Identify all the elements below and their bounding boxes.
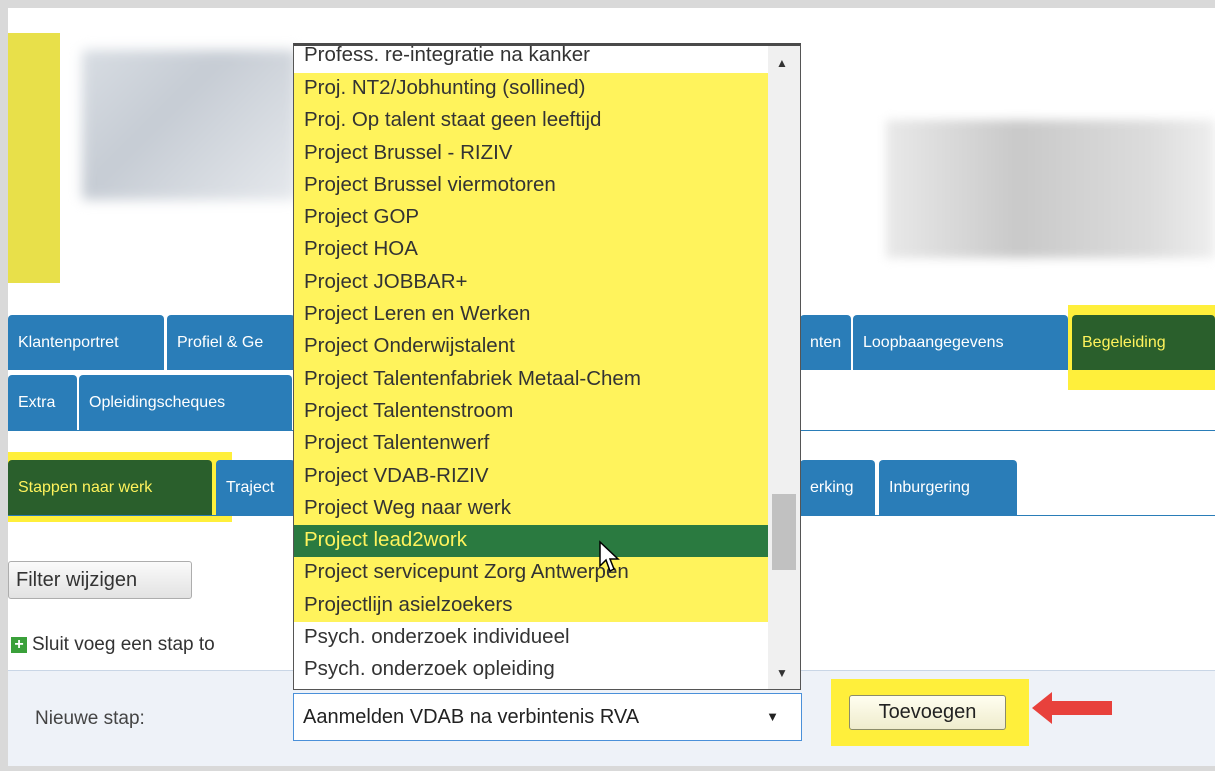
subtab-stappen-naar-werk[interactable]: Stappen naar werk bbox=[8, 460, 212, 515]
tab-label: Extra bbox=[18, 393, 56, 411]
dropdown-option[interactable]: Project HOA bbox=[294, 234, 769, 267]
tab-label: Klantenportret bbox=[18, 333, 119, 351]
new-step-label: Nieuwe stap: bbox=[35, 708, 145, 729]
scroll-up-icon[interactable]: ▲ bbox=[776, 56, 788, 70]
dropdown-option[interactable]: Project lead2work bbox=[294, 525, 769, 558]
header-accent-bar bbox=[8, 33, 60, 283]
mouse-cursor-icon bbox=[599, 540, 620, 573]
tab-begeleiding[interactable]: Begeleiding bbox=[1072, 315, 1215, 370]
dropdown-option[interactable]: Project Brussel viermotoren bbox=[294, 169, 769, 203]
dropdown-option[interactable]: Project servicepunt Zorg Antwerpen bbox=[294, 557, 769, 590]
tab-klantenportret[interactable]: Klantenportret bbox=[8, 315, 164, 370]
tab-documenten[interactable]: nten bbox=[800, 315, 851, 370]
tab-opleidingscheques[interactable]: Opleidingscheques bbox=[79, 375, 292, 430]
dropdown-option[interactable]: Project Weg naar werk bbox=[294, 492, 769, 526]
tab-label: nten bbox=[810, 333, 842, 351]
chevron-down-icon: ▼ bbox=[766, 709, 779, 724]
dropdown-option[interactable]: Project Talentenfabriek Metaal-Chem bbox=[294, 363, 769, 396]
tab-loopbaangegevens[interactable]: Loopbaangegevens bbox=[853, 315, 1068, 370]
tab-label: Loopbaangegevens bbox=[863, 333, 1004, 351]
tab-label: erking bbox=[810, 478, 854, 496]
tab-extra[interactable]: Extra bbox=[8, 375, 77, 430]
dropdown-option[interactable]: Project VDAB-RIZIV bbox=[294, 460, 769, 493]
dropdown-option[interactable]: Project Talentenstroom bbox=[294, 395, 769, 429]
new-step-select[interactable]: Aanmelden VDAB na verbintenis RVA ▼ bbox=[293, 693, 802, 741]
dropdown-option[interactable]: Psych. onderzoek opleiding bbox=[294, 654, 769, 686]
dropdown-scrollbar[interactable]: ▲ ▼ bbox=[768, 46, 800, 689]
subtab-bewerking[interactable]: erking bbox=[800, 460, 875, 515]
dropdown-option[interactable]: Project Brussel - RIZIV bbox=[294, 137, 769, 170]
blurred-photo bbox=[886, 120, 1215, 258]
dropdown-option[interactable]: Project Leren en Werken bbox=[294, 299, 769, 332]
tab-label: Begeleiding bbox=[1082, 333, 1166, 351]
subtab-inburgering[interactable]: Inburgering bbox=[879, 460, 1017, 515]
red-arrow-icon bbox=[1032, 692, 1112, 724]
tab-label: Traject bbox=[226, 478, 275, 496]
dropdown-option[interactable]: Project Onderwijstalent bbox=[294, 331, 769, 364]
add-step-link[interactable]: Sluit voeg een stap to bbox=[32, 634, 215, 656]
dropdown-option[interactable]: Proj. Op talent staat geen leeftijd bbox=[294, 105, 769, 138]
plus-icon[interactable]: + bbox=[11, 637, 27, 653]
filter-button[interactable]: Filter wijzigen bbox=[8, 561, 192, 599]
dropdown-option[interactable]: Project JOBBAR+ bbox=[294, 266, 769, 300]
dropdown-option[interactable]: Proj. NT2/Jobhunting (sollined) bbox=[294, 73, 769, 106]
dropdown-option[interactable]: Profess. re-integratie na kanker bbox=[304, 46, 590, 67]
dropdown-option[interactable]: Projectlijn asielzoekers bbox=[294, 589, 769, 623]
dropdown-option[interactable]: Psych. onderzoek individueel bbox=[294, 622, 769, 654]
dropdown-options: Proj. NT2/Jobhunting (sollined) Proj. Op … bbox=[294, 73, 769, 689]
tab-profiel[interactable]: Profiel & Ge bbox=[167, 315, 295, 370]
select-value: Aanmelden VDAB na verbintenis RVA bbox=[303, 705, 640, 728]
window-frame-left bbox=[0, 0, 8, 771]
tab-label: Opleidingscheques bbox=[89, 393, 226, 411]
tab-label: Profiel & Ge bbox=[177, 333, 264, 351]
blurred-client-info bbox=[82, 50, 297, 200]
scroll-down-icon[interactable]: ▼ bbox=[776, 666, 788, 680]
tab-label: Stappen naar werk bbox=[18, 478, 153, 496]
tab-label: Inburgering bbox=[889, 478, 970, 496]
window-frame-top bbox=[0, 0, 1215, 8]
subtab-traject[interactable]: Traject bbox=[216, 460, 295, 515]
dropdown-option[interactable]: Project GOP bbox=[294, 202, 769, 235]
add-button[interactable]: Toevoegen bbox=[849, 695, 1006, 730]
scrollbar-thumb[interactable] bbox=[772, 494, 796, 570]
dropdown-list[interactable]: Profess. re-integratie na kanker Proj. N… bbox=[293, 43, 801, 690]
dropdown-option[interactable]: Project Talentenwerf bbox=[294, 428, 769, 461]
dropdown-option[interactable] bbox=[294, 687, 769, 689]
